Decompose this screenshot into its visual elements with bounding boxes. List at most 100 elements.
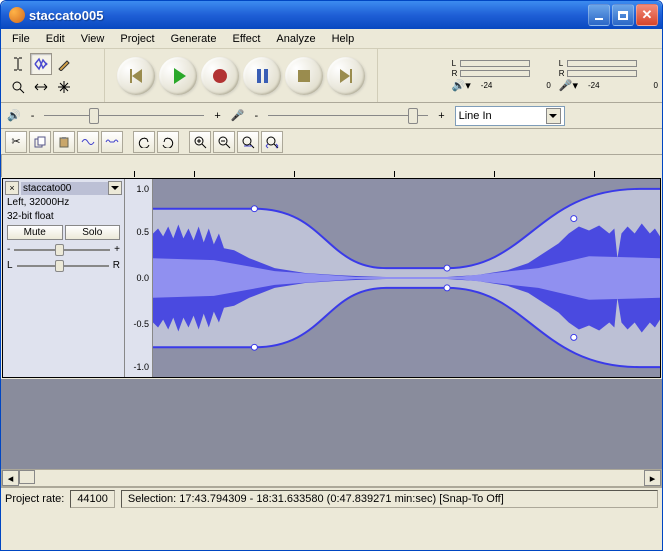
silence-button[interactable]: [101, 131, 123, 153]
chevron-down-icon: [546, 108, 561, 124]
mic-icon: 🎤▾: [559, 79, 578, 92]
speaker-icon-small: 🔊: [7, 109, 21, 122]
paste-button[interactable]: [53, 131, 75, 153]
selection-tool[interactable]: [7, 53, 29, 75]
play-meter[interactable]: L R 🔊▾-240: [452, 59, 551, 92]
meter-r: R: [452, 69, 460, 78]
transport-panel: [105, 49, 378, 102]
multi-tool[interactable]: [53, 76, 75, 98]
project-rate-label: Project rate:: [5, 493, 64, 505]
project-rate-value[interactable]: 44100: [70, 490, 115, 508]
track-row: × staccato00 Left, 32000Hz 32-bit float …: [2, 178, 661, 378]
skip-end-button[interactable]: [327, 57, 365, 95]
trim-button[interactable]: [77, 131, 99, 153]
play-button[interactable]: [159, 57, 197, 95]
empty-track-area[interactable]: [1, 379, 662, 469]
speaker-icon: 🔊▾: [452, 79, 471, 92]
zoom-out-icon: [217, 135, 231, 149]
scroll-right-arrow[interactable]: ▸: [644, 470, 661, 486]
paste-icon: [58, 136, 70, 148]
meters-panel: L R 🔊▾-240 L R 🎤▾-240: [448, 49, 662, 102]
mic-icon-small: 🎤: [231, 109, 245, 122]
zoom-out-button[interactable]: [213, 131, 235, 153]
undo-icon: [137, 136, 151, 148]
close-button[interactable]: ✕: [636, 4, 658, 26]
pencil-icon: [57, 57, 71, 71]
copy-button[interactable]: [29, 131, 51, 153]
app-window: staccato005 ✕ File Edit View Project Gen…: [0, 0, 663, 551]
envelope-icon: [34, 57, 48, 71]
amplitude-ruler: 1.0 0.5 0.0 -0.5 -1.0: [125, 179, 153, 377]
redo-icon: [161, 136, 175, 148]
meter-r2: R: [559, 69, 567, 78]
waveform-display[interactable]: [153, 179, 660, 377]
app-icon: [9, 7, 25, 23]
record-meter[interactable]: L R 🎤▾-240: [559, 59, 658, 92]
mute-button[interactable]: Mute: [7, 225, 63, 240]
status-bar: Project rate: 44100 Selection: 17:43.794…: [1, 487, 662, 509]
track-channel-info: Left, 32000Hz: [5, 196, 122, 209]
play-icon: [174, 68, 186, 84]
menu-project[interactable]: Project: [113, 31, 161, 47]
menu-file[interactable]: File: [5, 31, 37, 47]
silence-icon: [105, 136, 119, 148]
envelope-tool[interactable]: [30, 53, 52, 75]
pan-slider[interactable]: L R: [5, 258, 122, 273]
output-volume-slider[interactable]: [44, 114, 204, 118]
menu-generate[interactable]: Generate: [164, 31, 224, 47]
track-info-panel: × staccato00 Left, 32000Hz 32-bit float …: [3, 179, 125, 377]
zoom-sel-icon: [241, 135, 255, 149]
meter-l2: L: [559, 59, 567, 68]
undo-button[interactable]: [133, 131, 155, 153]
time-ruler[interactable]: 20:00 21:00 22:00 23:00 24:00 25:00: [1, 155, 662, 177]
skip-start-button[interactable]: [117, 57, 155, 95]
solo-button[interactable]: Solo: [65, 225, 121, 240]
magnify-icon: [11, 80, 25, 94]
gain-slider[interactable]: - +: [5, 242, 122, 257]
record-button[interactable]: [201, 57, 239, 95]
edit-toolbar: ✂: [1, 129, 662, 155]
horizontal-scrollbar[interactable]: ◂ ▸: [1, 469, 662, 487]
minimize-button[interactable]: [588, 4, 610, 26]
multi-icon: [58, 81, 70, 93]
timeshift-icon: [34, 82, 48, 92]
tools-panel: [1, 49, 105, 102]
menu-help[interactable]: Help: [325, 31, 362, 47]
track-close-button[interactable]: ×: [5, 181, 19, 195]
zoom-tool[interactable]: [7, 76, 29, 98]
zoom-in-button[interactable]: [189, 131, 211, 153]
main-toolbar: L R 🔊▾-240 L R 🎤▾-240: [1, 49, 662, 103]
stop-button[interactable]: [285, 57, 323, 95]
selection-readout: Selection: 17:43.794309 - 18:31.633580 (…: [121, 490, 658, 508]
record-icon: [213, 69, 227, 83]
trim-icon: [81, 136, 95, 148]
zoom-sel-button[interactable]: [237, 131, 259, 153]
track-name[interactable]: staccato00: [21, 182, 108, 195]
cut-button[interactable]: ✂: [5, 131, 27, 153]
zoom-in-icon: [193, 135, 207, 149]
window-title: staccato005: [29, 8, 588, 23]
track-format-info: 32-bit float: [5, 210, 122, 223]
pause-icon: [257, 69, 268, 83]
stop-icon: [298, 70, 310, 82]
title-bar: staccato005 ✕: [1, 1, 662, 29]
menu-edit[interactable]: Edit: [39, 31, 72, 47]
input-source-dropdown[interactable]: Line In: [455, 106, 565, 126]
menu-analyze[interactable]: Analyze: [269, 31, 322, 47]
menu-view[interactable]: View: [74, 31, 112, 47]
track-menu-button[interactable]: [108, 181, 122, 195]
meter-l: L: [452, 59, 460, 68]
scroll-left-arrow[interactable]: ◂: [2, 470, 19, 486]
redo-button[interactable]: [157, 131, 179, 153]
menu-bar: File Edit View Project Generate Effect A…: [1, 29, 662, 49]
timeshift-tool[interactable]: [30, 76, 52, 98]
input-volume-slider[interactable]: [268, 114, 428, 118]
menu-effect[interactable]: Effect: [225, 31, 267, 47]
scroll-thumb[interactable]: [19, 470, 35, 484]
mixer-row: 🔊 - + 🎤 - + Line In: [1, 103, 662, 129]
zoom-fit-button[interactable]: [261, 131, 283, 153]
maximize-button[interactable]: [612, 4, 634, 26]
draw-tool[interactable]: [53, 53, 75, 75]
pause-button[interactable]: [243, 57, 281, 95]
input-source-label: Line In: [459, 110, 492, 122]
